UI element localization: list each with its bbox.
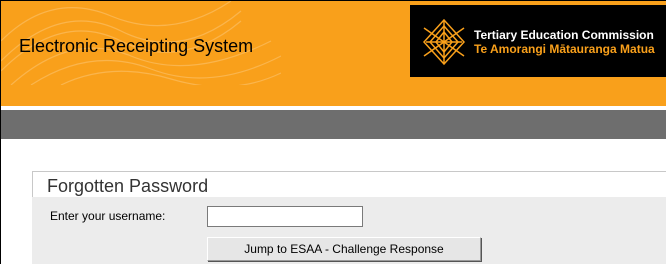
app-title: Electronic Receipting System [19, 36, 254, 56]
username-label: Enter your username: [50, 209, 166, 223]
panel-header: Forgotten Password [32, 171, 666, 197]
jump-to-esaa-button[interactable]: Jump to ESAA - Challenge Response [207, 237, 481, 261]
brand-block: Tertiary Education Commission Te Amorang… [410, 5, 666, 77]
username-input[interactable] [207, 206, 363, 227]
header-strip [1, 85, 666, 106]
brand-name-english: Tertiary Education Commission [474, 28, 654, 42]
brand-name-maori: Te Amorangi Mātauranga Matua [474, 42, 655, 56]
tec-diamond-logo-icon [422, 18, 466, 66]
nav-bar [1, 110, 666, 139]
page-title: Forgotten Password [47, 176, 209, 196]
